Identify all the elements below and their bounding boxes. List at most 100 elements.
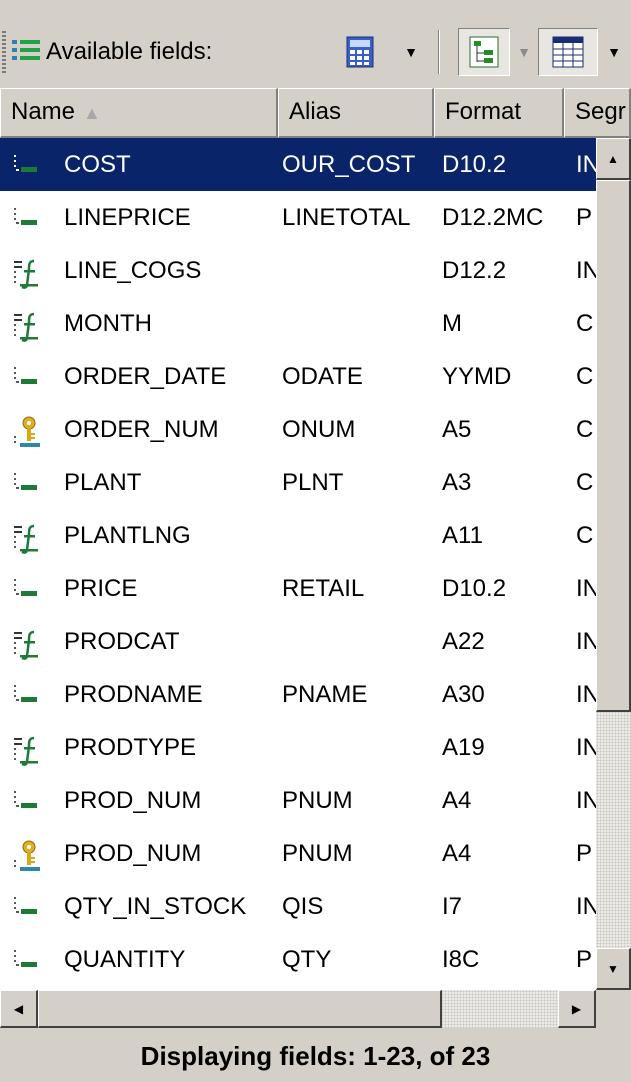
field-name: PRICE	[64, 575, 138, 602]
field-format: A19	[442, 734, 485, 761]
field-row[interactable]: PRODTYPE A19 IN	[0, 721, 596, 774]
field-name: MONTH	[64, 310, 152, 337]
field-row[interactable]: LINE_COGS D12.2 IN	[0, 244, 596, 297]
field-segment: IN	[576, 734, 596, 761]
field-format: D12.2	[442, 257, 507, 284]
column-header-alias[interactable]: Alias	[278, 88, 434, 138]
field-icon	[12, 944, 46, 976]
field-row[interactable]: PROD_NUM PNUM A4 P	[0, 827, 596, 880]
field-row[interactable]: PRODCAT A22 IN	[0, 615, 596, 668]
field-name: PLANTLNG	[64, 522, 191, 549]
field-name: LINEPRICE	[64, 204, 191, 231]
field-row[interactable]: PROD_NUM PNUM A4 IN	[0, 774, 596, 827]
grid-view-icon	[552, 36, 584, 68]
fields-list-icon	[12, 40, 40, 60]
field-format: A22	[442, 628, 485, 655]
field-segment: IN	[576, 893, 596, 920]
field-alias: PNUM	[282, 840, 353, 867]
field-format: D12.2MC	[442, 204, 544, 231]
field-row[interactable]: LINEPRICE LINETOTAL D12.2MC P	[0, 191, 596, 244]
field-name: PRODCAT	[64, 628, 180, 655]
field-name: ORDER_DATE	[64, 363, 227, 390]
field-alias: LINETOTAL	[282, 204, 411, 231]
field-row[interactable]: QUANTITY QTY I8C P	[0, 933, 596, 986]
field-format: D10.2	[442, 151, 507, 178]
computed-field-icon	[12, 308, 46, 342]
field-format: M	[442, 310, 462, 337]
field-segment: C	[576, 416, 594, 443]
arrow-down-icon: ▼	[607, 961, 619, 976]
field-format: A4	[442, 840, 472, 867]
toolbar: Available fields: ▼ ▼ ▼	[0, 0, 631, 88]
tree-dropdown-arrow-icon[interactable]: ▼	[512, 28, 536, 76]
vertical-scroll-thumb[interactable]	[596, 180, 631, 712]
field-format: A5	[442, 416, 472, 443]
field-row[interactable]: PLANTLNG A11 C	[0, 509, 596, 562]
field-row[interactable]: PRICE RETAIL D10.2 IN	[0, 562, 596, 615]
field-alias: PLNT	[282, 469, 344, 496]
field-row[interactable]: QTY_IN_STOCK QIS I7 IN	[0, 880, 596, 933]
key-field-icon	[12, 838, 46, 871]
field-alias: ODATE	[282, 363, 363, 390]
field-format: I7	[442, 893, 463, 920]
field-segment: C	[576, 310, 594, 337]
field-name: PLANT	[64, 469, 142, 496]
field-name: ORDER_NUM	[64, 416, 219, 443]
column-name-label: Name	[11, 98, 76, 125]
field-name: COST	[64, 151, 131, 178]
field-name: QTY_IN_STOCK	[64, 893, 247, 920]
field-name: LINE_COGS	[64, 257, 202, 284]
arrow-left-icon: ◀	[13, 1001, 24, 1016]
grid-view-button[interactable]	[538, 28, 598, 76]
toolbar-grip[interactable]	[2, 31, 6, 73]
field-row[interactable]: ORDER_NUM ONUM A5 C	[0, 403, 596, 456]
fields-list[interactable]: COST OUR_COST D10.2 IN LINEPRICE LINETOTAL D12…	[0, 138, 596, 990]
field-name: PROD_NUM	[64, 840, 202, 867]
field-format: A11	[442, 522, 483, 549]
computed-field-icon	[12, 520, 46, 554]
column-header-segment[interactable]: Segr	[564, 88, 631, 138]
computed-field-icon	[12, 255, 46, 289]
field-format: D10.2	[442, 575, 507, 602]
status-bar: Displaying fields: 1-23, of 23	[140, 1041, 491, 1071]
field-segment: P	[576, 840, 593, 867]
field-segment: IN	[576, 151, 596, 178]
scroll-right-button[interactable]: ▶	[558, 990, 596, 1028]
horizontal-scrollbar[interactable]: ◀ ▶	[0, 990, 596, 1028]
scroll-up-button[interactable]: ▲	[596, 138, 631, 180]
toolbar-separator	[438, 30, 440, 74]
field-row[interactable]: PRODNAME PNAME A30 IN	[0, 668, 596, 721]
tree-view-icon	[469, 36, 499, 68]
field-icon	[12, 149, 46, 181]
field-row[interactable]: ORDER_DATE ODATE YYMD C	[0, 350, 596, 403]
vertical-scrollbar[interactable]: ▲ ▼	[596, 138, 631, 990]
field-name: QUANTITY	[64, 946, 186, 973]
calculator-dropdown-arrow-icon[interactable]: ▼	[400, 28, 422, 76]
column-header-name[interactable]: Name ▲	[0, 88, 278, 138]
grid-dropdown-arrow-icon[interactable]: ▼	[602, 28, 626, 76]
field-row[interactable]: PLANT PLNT A3 C	[0, 456, 596, 509]
field-alias: ONUM	[282, 416, 356, 443]
arrow-right-icon: ▶	[571, 1001, 582, 1016]
computed-field-icon	[12, 732, 46, 766]
field-format: I8C	[442, 946, 480, 973]
field-row[interactable]: MONTH M C	[0, 297, 596, 350]
field-icon	[12, 891, 46, 923]
computed-field-icon	[12, 626, 46, 660]
field-alias: QIS	[282, 893, 324, 920]
column-header-format[interactable]: Format	[434, 88, 564, 138]
field-row[interactable]: COST OUR_COST D10.2 IN	[0, 138, 596, 191]
field-segment: C	[576, 469, 594, 496]
calculator-button[interactable]	[338, 28, 382, 76]
field-format: A4	[442, 787, 472, 814]
scroll-left-button[interactable]: ◀	[0, 990, 38, 1028]
field-segment: C	[576, 363, 594, 390]
field-alias: PNAME	[282, 681, 368, 708]
horizontal-scroll-thumb[interactable]	[38, 990, 442, 1028]
column-header: Name ▲ Alias Format Segr	[0, 88, 631, 138]
tree-view-button[interactable]	[458, 28, 510, 76]
field-icon	[12, 785, 46, 817]
scroll-down-button[interactable]: ▼	[596, 948, 631, 990]
field-format: A30	[442, 681, 485, 708]
calculator-icon	[346, 36, 374, 68]
